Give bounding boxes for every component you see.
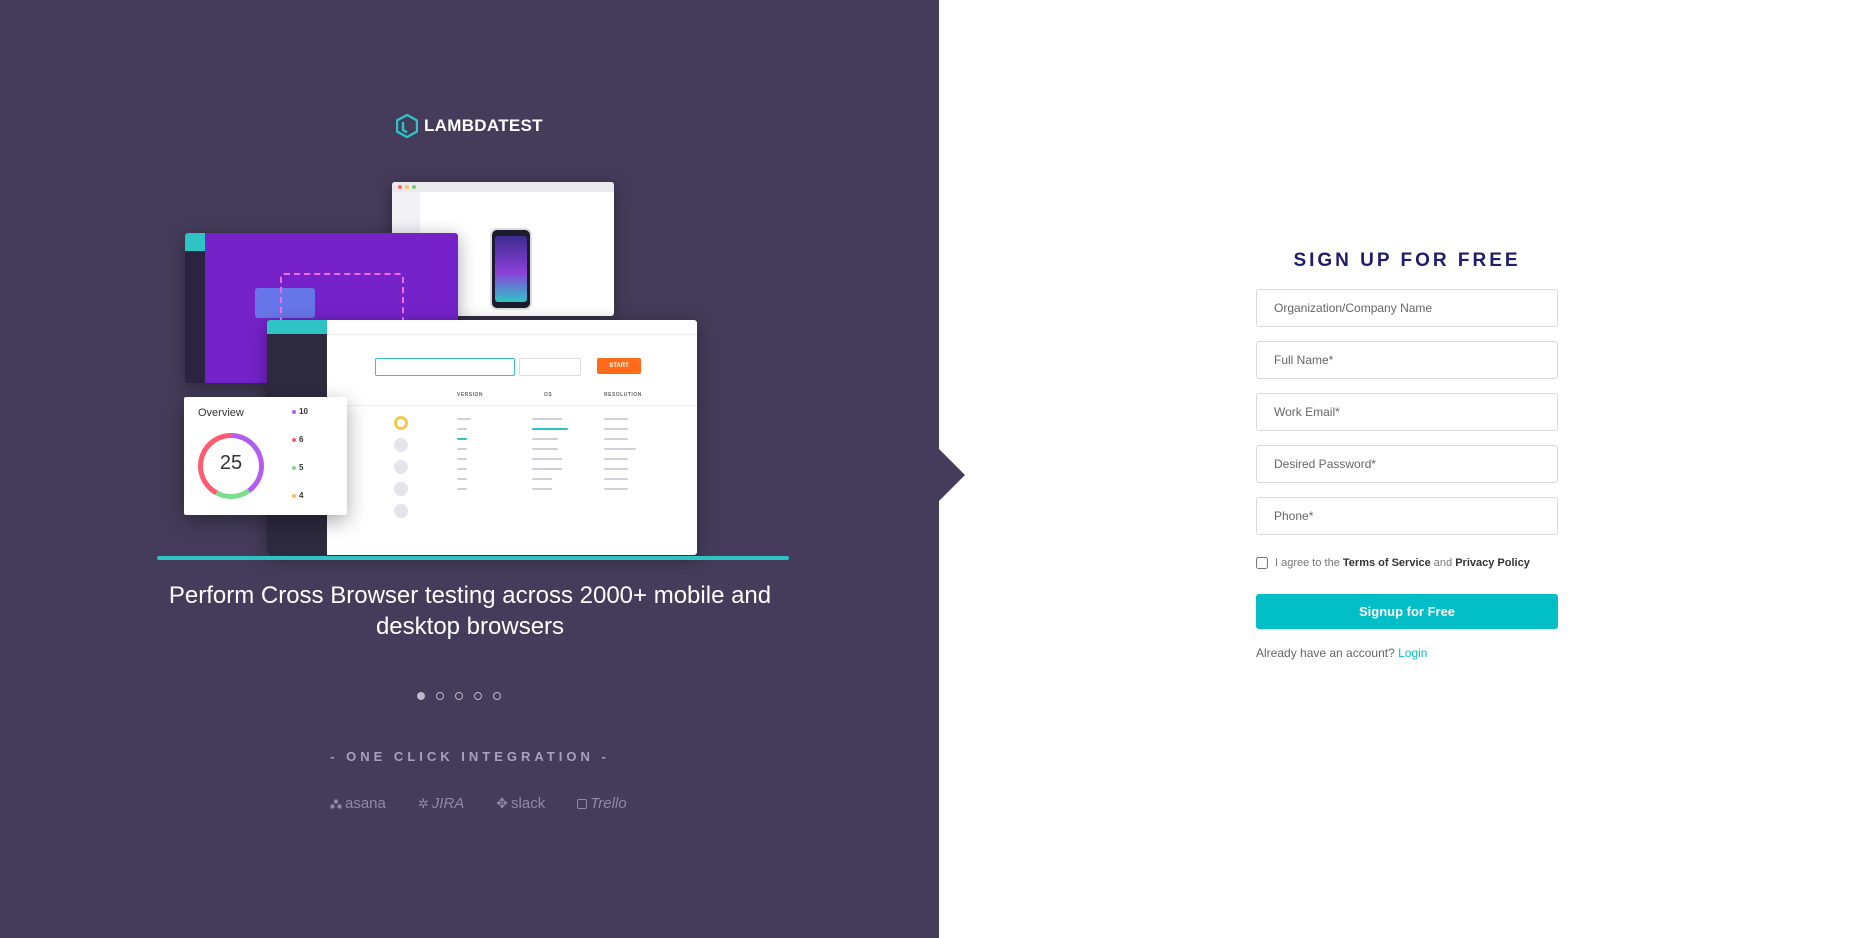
overview-card: Overview 25 10 6 5 4 <box>184 397 347 515</box>
panel-pointer-arrow <box>939 449 965 501</box>
phone-field[interactable] <box>1256 497 1558 535</box>
lambdatest-logo-icon <box>396 114 418 138</box>
terms-text: I agree to the Terms of Service and Priv… <box>1275 557 1530 569</box>
illustration-baseline <box>157 556 789 560</box>
brand-logo[interactable]: LAMBDATEST <box>396 114 543 138</box>
stat-item: 5 <box>292 463 303 472</box>
promo-panel: LAMBDATEST START VERSION OS RESOLUTION O… <box>0 0 939 938</box>
full-name-field[interactable] <box>1256 341 1558 379</box>
stat-dot <box>292 409 296 414</box>
stat-dot <box>292 493 296 498</box>
start-label: START <box>597 358 641 374</box>
signup-button[interactable]: Signup for Free <box>1256 594 1558 629</box>
carousel-dots <box>417 692 501 700</box>
privacy-policy-link[interactable]: Privacy Policy <box>1455 557 1530 569</box>
signup-title: SIGN UP FOR FREE <box>1293 250 1521 271</box>
promo-tagline: Perform Cross Browser testing across 200… <box>168 582 772 640</box>
stat-dot <box>292 437 296 442</box>
stat-item: 10 <box>292 407 308 416</box>
trello-icon <box>577 798 588 809</box>
brand-name: LAMBDATEST <box>424 116 543 135</box>
column-version: VERSION <box>457 392 484 398</box>
terms-checkbox[interactable] <box>1256 557 1268 569</box>
carousel-dot-1[interactable] <box>417 692 425 700</box>
column-resolution: RESOLUTION <box>604 392 642 398</box>
terms-agreement: I agree to the Terms of Service and Priv… <box>1256 557 1530 569</box>
overview-title: Overview <box>198 407 244 419</box>
carousel-dot-2[interactable] <box>436 692 444 700</box>
stat-item: 6 <box>292 435 303 444</box>
login-link[interactable]: Login <box>1398 646 1427 660</box>
carousel-dot-3[interactable] <box>455 692 463 700</box>
organization-field[interactable] <box>1256 289 1558 327</box>
slack-logo: ✥ slack <box>496 795 546 812</box>
stat-dot <box>292 465 296 470</box>
jira-logo: ✲ JIRA <box>417 795 465 812</box>
jira-icon: ✲ <box>417 795 429 811</box>
terms-of-service-link[interactable]: Terms of Service <box>1343 557 1431 569</box>
trello-logo: Trello <box>577 795 627 812</box>
integration-logos: asana ✲ JIRA ✥ slack Trello <box>330 795 627 812</box>
carousel-dot-5[interactable] <box>493 692 501 700</box>
phone-mockup <box>490 228 532 310</box>
asana-logo: asana <box>330 795 386 812</box>
asana-icon <box>330 798 342 809</box>
login-prompt: Already have an account? Login <box>1256 646 1428 660</box>
total-tests-value: 25 <box>219 452 243 474</box>
work-email-field[interactable] <box>1256 393 1558 431</box>
integration-heading: - ONE CLICK INTEGRATION - <box>330 749 610 764</box>
carousel-dot-4[interactable] <box>474 692 482 700</box>
stat-item: 4 <box>292 491 303 500</box>
password-field[interactable] <box>1256 445 1558 483</box>
slack-icon: ✥ <box>496 795 509 811</box>
column-os: OS <box>544 392 553 398</box>
